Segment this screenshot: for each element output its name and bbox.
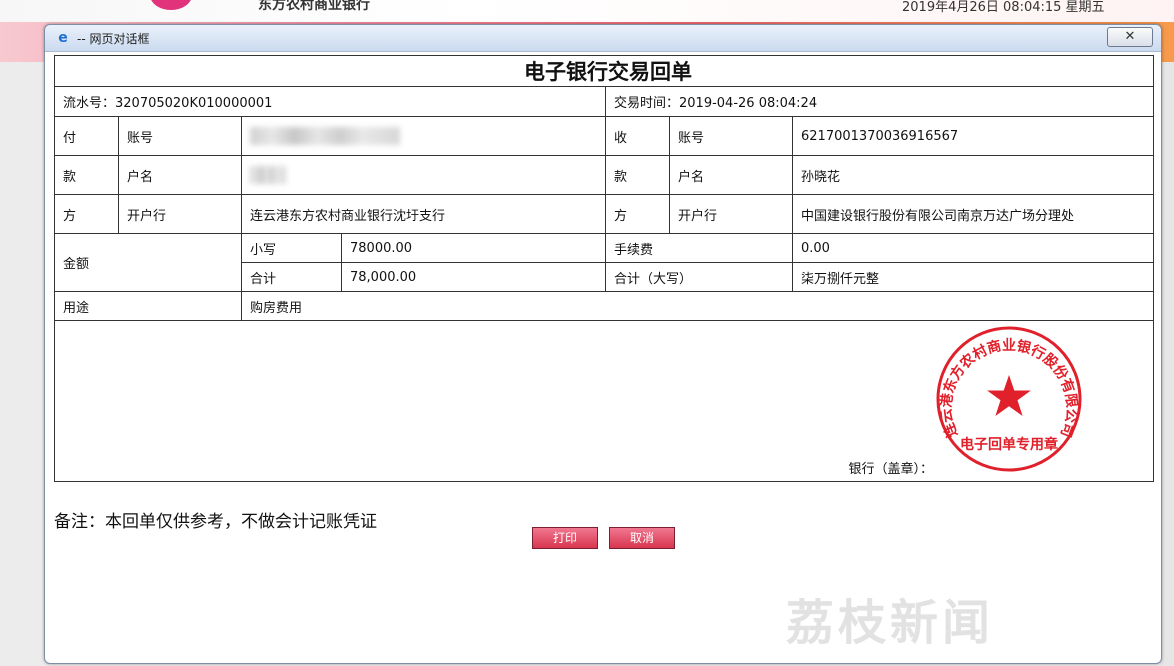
payer-account-label: 账号 xyxy=(118,116,242,156)
payer-name-redacted xyxy=(250,166,286,184)
amount-label: 金额 xyxy=(54,233,242,292)
total-value: 78,000.00 xyxy=(341,262,606,292)
serial-number-cell: 流水号：320705020K010000001 xyxy=(54,86,606,117)
payee-side-char-1: 收 xyxy=(605,116,670,156)
purpose-value: 购房费用 xyxy=(240,291,1155,321)
total-upper-value: 柒万捌仟元整 xyxy=(791,262,1155,292)
payee-bank-label: 开户行 xyxy=(669,194,793,234)
payer-side-char-2: 款 xyxy=(54,155,119,195)
background-datetime: 2019年4月26日 08:04:15 星期五 xyxy=(902,0,1105,15)
background-bank-name: 东方农村商业银行 xyxy=(258,0,370,13)
payer-account-redacted xyxy=(250,127,400,145)
lowercase-value: 78000.00 xyxy=(341,233,606,263)
payee-side-char-2: 款 xyxy=(605,155,670,195)
total-upper-label: 合计（大写） xyxy=(605,262,793,292)
remark-note: 备注：本回单仅供参考，不做会计记账凭证 xyxy=(54,512,377,532)
close-button[interactable]: ✕ xyxy=(1107,27,1153,47)
cancel-button[interactable]: 取消 xyxy=(609,527,675,549)
total-label: 合计 xyxy=(241,262,342,292)
receipt-table: 电子银行交易回单 流水号：320705020K010000001 交易时间：20… xyxy=(53,55,1155,482)
web-dialog-window: e -- 网页对话框 ✕ 电子银行交易回单 流水号：320705020K0100… xyxy=(44,24,1162,664)
bank-stamp-label: 银行（盖章）： xyxy=(848,462,934,477)
bank-seal-stamp: 连云港东方农村商业银行股份有限公司 电子回单专用章 xyxy=(936,326,1082,472)
payer-name-label: 户名 xyxy=(118,155,242,195)
ie-icon: e xyxy=(58,30,68,46)
serial-value: 320705020K010000001 xyxy=(115,96,273,111)
receipt-title: 电子银行交易回单 xyxy=(53,55,1155,87)
dialog-title: -- 网页对话框 xyxy=(77,32,150,46)
star-icon xyxy=(987,375,1031,416)
dialog-content: 电子银行交易回单 流水号：320705020K010000001 交易时间：20… xyxy=(53,53,1155,657)
serial-label: 流水号： xyxy=(63,96,116,111)
payee-account-label: 账号 xyxy=(669,116,793,156)
payer-side-char-1: 付 xyxy=(54,116,119,156)
time-value: 2019-04-26 08:04:24 xyxy=(679,96,818,111)
purpose-label: 用途 xyxy=(54,291,242,321)
fee-label: 手续费 xyxy=(605,233,793,263)
background-page-edge xyxy=(1160,62,1174,666)
payer-side-char-3: 方 xyxy=(54,194,119,234)
time-label: 交易时间： xyxy=(614,96,680,111)
transaction-time-cell: 交易时间：2019-04-26 08:04:24 xyxy=(604,86,1155,117)
stamp-bottom-text: 电子回单专用章 xyxy=(960,436,1058,453)
payer-bank-value: 连云港东方农村商业银行沈圩支行 xyxy=(241,194,606,234)
payee-side-char-3: 方 xyxy=(605,194,670,234)
payee-name-label: 户名 xyxy=(669,155,793,195)
payee-name-value: 孙晓花 xyxy=(791,155,1155,195)
payee-account-value: 6217001370036916567 xyxy=(791,116,1155,156)
news-watermark: 荔枝新闻 xyxy=(786,595,995,651)
payee-bank-value: 中国建设银行股份有限公司南京万达广场分理处 xyxy=(791,194,1155,234)
payer-account-value xyxy=(241,116,606,156)
close-icon: ✕ xyxy=(1124,29,1136,44)
print-button[interactable]: 打印 xyxy=(532,527,598,549)
payer-bank-label: 开户行 xyxy=(118,194,242,234)
dialog-titlebar[interactable]: e -- 网页对话框 ✕ xyxy=(45,25,1161,52)
fee-value: 0.00 xyxy=(791,233,1155,263)
payer-name-value xyxy=(241,155,606,195)
signature-area: 银行（盖章）： 连云港东方农村商业银行股份有限公司 电子回单专用章 xyxy=(53,320,1155,482)
lowercase-label: 小写 xyxy=(241,233,342,263)
